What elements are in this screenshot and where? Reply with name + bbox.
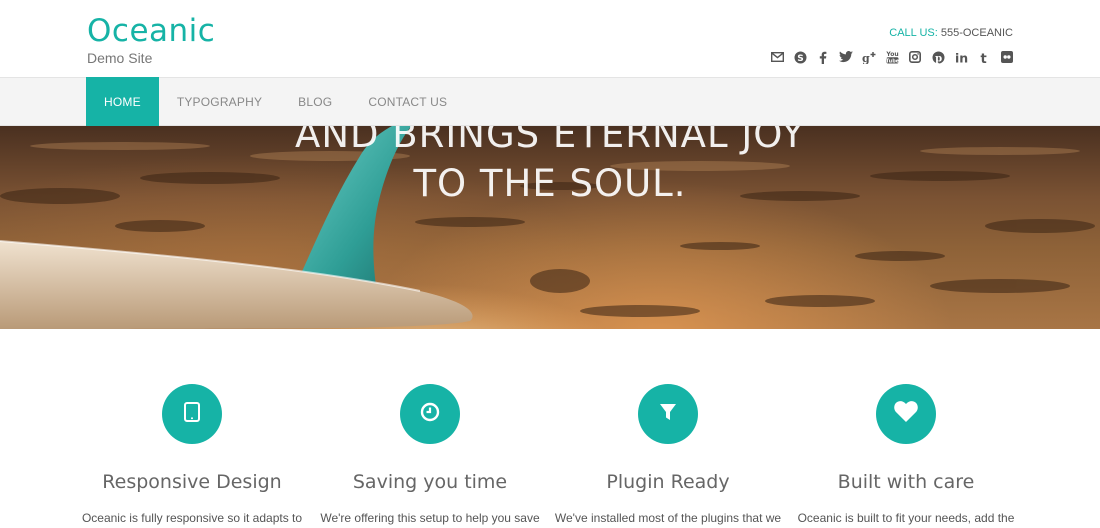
hero-heading-line-2: TO THE SOUL.	[413, 162, 687, 205]
main-navigation: HOME TYPOGRAPHY BLOG CONTACT US	[0, 77, 1100, 126]
feature-built-with-care: Built with care Oceanic is built to fit …	[787, 384, 1025, 525]
social-links: S g You Tube p in t	[770, 48, 1014, 66]
feature-title: Saving you time	[352, 471, 508, 493]
feature-icon-circle	[876, 384, 936, 444]
svg-text:in: in	[955, 51, 968, 64]
site-title[interactable]: Oceanic	[87, 10, 215, 52]
feature-responsive-design: Responsive Design Oceanic is fully respo…	[73, 384, 311, 525]
linkedin-icon[interactable]: in	[954, 50, 968, 64]
nav-item-home[interactable]: HOME	[86, 77, 159, 126]
site-subtitle: Demo Site	[87, 50, 153, 66]
feature-icon-circle	[162, 384, 222, 444]
clock-icon	[420, 402, 440, 427]
svg-text:Tube: Tube	[886, 58, 899, 64]
hero-slider: AND BRINGS ETERNAL JOY TO THE SOUL.	[0, 126, 1100, 329]
call-us: CALL US: 555-OCEANIC	[889, 26, 1013, 40]
tumblr-icon[interactable]: t	[977, 50, 991, 64]
site-header: Oceanic Demo Site CALL US: 555-OCEANIC S…	[0, 0, 1100, 77]
svg-text:t: t	[980, 52, 986, 64]
nav-menu: HOME TYPOGRAPHY BLOG CONTACT US	[86, 77, 465, 126]
skype-icon[interactable]: S	[793, 50, 807, 64]
youtube-icon[interactable]: You Tube	[885, 50, 899, 64]
feature-saving-time: Saving you time We're offering this setu…	[311, 384, 549, 525]
feature-text: Oceanic is built to fit your needs, add …	[797, 511, 1015, 525]
feature-title: Built with care	[837, 471, 975, 493]
instagram-icon[interactable]	[908, 50, 922, 64]
flickr-icon[interactable]	[1000, 50, 1014, 64]
nav-item-contact-us[interactable]: CONTACT US	[350, 77, 465, 126]
feature-icon-circle	[400, 384, 460, 444]
google-plus-icon[interactable]: g	[862, 50, 876, 64]
feature-text: Oceanic is fully responsive so it adapts…	[81, 511, 303, 525]
feature-text: We're offering this setup to help you sa…	[320, 511, 540, 525]
heart-icon	[894, 401, 918, 427]
twitter-icon[interactable]	[839, 50, 853, 64]
pinterest-icon[interactable]: p	[931, 50, 945, 64]
nav-item-blog[interactable]: BLOG	[280, 77, 350, 126]
feature-icon-circle	[638, 384, 698, 444]
feature-title: Responsive Design	[102, 471, 282, 493]
nav-item-typography[interactable]: TYPOGRAPHY	[159, 77, 280, 126]
tablet-icon	[184, 401, 200, 427]
hero-heading-line-1: AND BRINGS ETERNAL JOY	[295, 126, 805, 156]
svg-text:You: You	[886, 51, 899, 58]
filter-icon	[659, 403, 677, 426]
svg-text:g: g	[862, 52, 870, 64]
feature-plugin-ready: Plugin Ready We've installed most of the…	[549, 384, 787, 525]
feature-text: We've installed most of the plugins that…	[554, 511, 782, 525]
call-us-number: 555-OCEANIC	[937, 27, 1013, 39]
svg-text:p: p	[935, 53, 942, 64]
email-icon[interactable]	[770, 50, 784, 64]
call-us-label: CALL US:	[889, 27, 938, 39]
facebook-icon[interactable]	[816, 50, 830, 64]
svg-text:S: S	[797, 54, 803, 64]
feature-title: Plugin Ready	[606, 471, 730, 493]
